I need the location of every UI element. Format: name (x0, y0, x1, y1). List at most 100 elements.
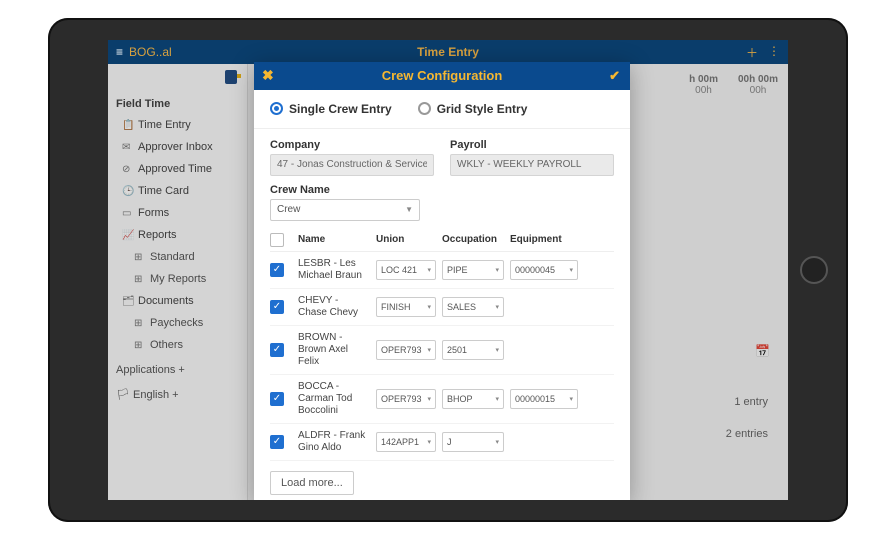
load-more-button[interactable]: Load more... (270, 471, 354, 495)
row-name: ALDFR - Frank Gino Aldo (298, 430, 370, 454)
sidebar-item-label: My Reports (150, 273, 206, 285)
row-checkbox[interactable]: ✓ (270, 343, 284, 357)
calendar-icon[interactable]: 📅 (755, 344, 770, 358)
chevron-down-icon: ▾ (495, 266, 499, 274)
occupation-select[interactable]: SALES▾ (442, 297, 504, 317)
sidebar-heading: Field Time (108, 94, 247, 114)
sidebar-item-label: Others (150, 339, 183, 351)
select-value: 00000015 (515, 394, 555, 404)
entry-count: 2 entries (726, 428, 768, 440)
sidebar: Field Time 📋Time Entry ✉Approver Inbox ⊘… (108, 64, 248, 500)
row-name: LESBR - Les Michael Braun (298, 258, 370, 282)
row-checkbox[interactable]: ✓ (270, 300, 284, 314)
union-select[interactable]: OPER793▾ (376, 389, 436, 409)
crew-name-label: Crew Name (270, 184, 614, 196)
table-row: ✓BOCCA - Carman Tod BoccoliniOPER793▾BHO… (270, 375, 614, 424)
select-value: SALES (447, 302, 476, 312)
time-sub: 00h (738, 85, 778, 96)
select-value: 2501 (447, 345, 467, 355)
time-value: 00h 00m (738, 74, 778, 85)
occupation-select[interactable]: 2501▾ (442, 340, 504, 360)
select-value: PIPE (447, 265, 468, 275)
grid-icon: ⊞ (134, 252, 144, 263)
grid-icon: ⊞ (134, 340, 144, 351)
radio-icon (418, 102, 431, 115)
time-value: h 00m (689, 74, 718, 85)
radio-grid-style[interactable]: Grid Style Entry (418, 102, 528, 116)
form-icon: ▭ (122, 208, 132, 219)
close-icon[interactable]: ✖ (262, 67, 274, 84)
sidebar-item-label: Time Entry (138, 119, 191, 131)
sidebar-item-label: Time Card (138, 185, 189, 197)
chevron-down-icon: ▾ (569, 266, 573, 274)
payroll-field (450, 154, 614, 176)
entry-mode-group: Single Crew Entry Grid Style Entry (254, 90, 630, 129)
chevron-down-icon: ▾ (427, 303, 431, 311)
table-header: Name Union Occupation Equipment (270, 229, 614, 252)
row-checkbox[interactable]: ✓ (270, 435, 284, 449)
sidebar-item-time-entry[interactable]: 📋Time Entry (108, 114, 247, 136)
more-icon[interactable]: ⋮ (768, 44, 780, 61)
tablet-frame: ≡ BOG..al Time Entry ＋ ⋮ Field Time 📋Tim… (48, 18, 848, 522)
occupation-select[interactable]: J▾ (442, 432, 504, 452)
applications-toggle[interactable]: Applications + (108, 356, 247, 380)
equipment-select[interactable]: 00000045▾ (510, 260, 578, 280)
check-circle-icon: ⊘ (122, 164, 132, 175)
select-value: OPER793 (381, 345, 422, 355)
add-icon[interactable]: ＋ (746, 44, 758, 61)
table-row: ✓LESBR - Les Michael BraunLOC 421▾PIPE▾0… (270, 252, 614, 289)
union-select[interactable]: LOC 421▾ (376, 260, 436, 280)
confirm-icon[interactable]: ✔ (609, 68, 620, 84)
union-select[interactable]: 142APP1 ▾ (376, 432, 436, 452)
row-checkbox[interactable]: ✓ (270, 392, 284, 406)
equipment-select[interactable]: 00000015▾ (510, 389, 578, 409)
sidebar-item-approved-time[interactable]: ⊘Approved Time (108, 158, 247, 180)
language-toggle[interactable]: 🏳 English + (108, 380, 247, 405)
sidebar-item-label: Standard (150, 251, 195, 263)
crew-name-select[interactable]: Crew ▼ (270, 199, 420, 221)
crew-table: Name Union Occupation Equipment ✓ LESBR -… (270, 229, 614, 461)
col-occupation: Occupation (442, 234, 504, 245)
company-label: Company (270, 139, 434, 151)
sidebar-item-label: Paychecks (150, 317, 203, 329)
row-name: BROWN - Brown Axel Felix (298, 332, 370, 368)
table-row: ✓ALDFR - Frank Gino Aldo142APP1▾J▾ (270, 424, 614, 461)
sidebar-item-approver-inbox[interactable]: ✉Approver Inbox (108, 136, 247, 158)
modal-body: Company Payroll Crew Name Crew ▼ Name (254, 129, 630, 500)
sidebar-item-paychecks[interactable]: ⊞Paychecks (108, 312, 247, 334)
home-button[interactable] (800, 256, 828, 284)
select-value: FINISH (381, 302, 411, 312)
select-value: 142APP1 (381, 437, 419, 447)
payroll-label: Payroll (450, 139, 614, 151)
chevron-down-icon: ▾ (495, 438, 499, 446)
sidebar-item-my-reports[interactable]: ⊞My Reports (108, 268, 247, 290)
radio-single-crew[interactable]: Single Crew Entry (270, 102, 392, 116)
row-checkbox[interactable]: ✓ (270, 263, 284, 277)
sidebar-item-standard[interactable]: ⊞ Standard (108, 246, 247, 268)
col-name: Name (298, 234, 370, 245)
chevron-down-icon: ▾ (427, 395, 431, 403)
union-select[interactable]: FINISH ▾ (376, 297, 436, 317)
sidebar-item-documents[interactable]: 🗂 Documents (108, 290, 247, 312)
col-equipment: Equipment (510, 234, 578, 245)
sidebar-item-forms[interactable]: ▭Forms (108, 202, 247, 224)
occupation-select[interactable]: PIPE ▾ (442, 260, 504, 280)
folder-icon: 🗂 (122, 296, 132, 307)
sidebar-item-time-card[interactable]: 🕒Time Card (108, 180, 247, 202)
chevron-down-icon: ▼ (405, 205, 413, 214)
chevron-down-icon: ▾ (427, 438, 431, 446)
radio-label: Grid Style Entry (437, 102, 528, 116)
sidebar-item-label: Documents (138, 295, 194, 307)
chevron-down-icon: ▾ (427, 266, 431, 274)
select-value: Crew (277, 204, 300, 215)
entry-count: 1 entry (726, 396, 768, 408)
sidebar-item-others[interactable]: ⊞ Others (108, 334, 247, 356)
hamburger-icon[interactable]: ≡ (116, 45, 123, 59)
union-select[interactable]: OPER793▾ (376, 340, 436, 360)
select-all-checkbox[interactable] (270, 233, 284, 247)
radio-label: Single Crew Entry (289, 102, 392, 116)
sidebar-item-reports[interactable]: 📈Reports (108, 224, 247, 246)
occupation-select[interactable]: BHOP▾ (442, 389, 504, 409)
modal-header: ✖ Crew Configuration ✔ (254, 62, 630, 90)
select-value: BHOP (447, 394, 473, 404)
